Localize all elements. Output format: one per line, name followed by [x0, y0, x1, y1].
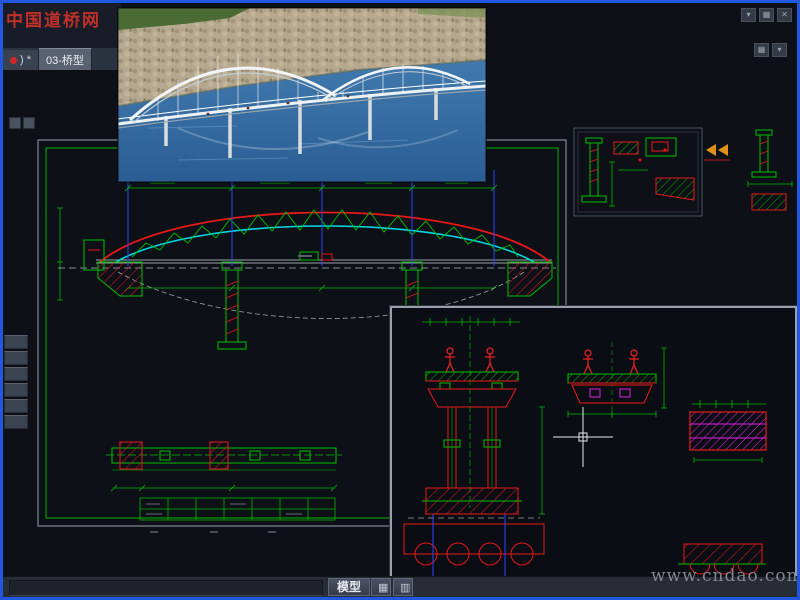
grid-icon: ▥ [400, 582, 411, 594]
command-recess [9, 580, 323, 596]
grid-icon[interactable]: ▦ [754, 43, 769, 57]
watermark-top: 中国道桥网 [6, 11, 101, 31]
crosshair-cursor [553, 407, 613, 467]
photo-inset [117, 8, 487, 182]
plan-view [106, 441, 342, 492]
model-tab-button[interactable]: 模型 [328, 578, 371, 596]
detail-top-right [573, 127, 703, 217]
ui-fragment [9, 117, 35, 129]
bearing-detail [689, 400, 767, 463]
tab-bar: ) * 03-桥型 [3, 48, 121, 70]
deck-section-detail [567, 342, 667, 418]
title-block [139, 497, 336, 521]
palette-cell[interactable] [4, 367, 28, 381]
tab-label: ) * [20, 54, 31, 66]
palette-cell[interactable] [4, 351, 28, 365]
left-palette[interactable] [4, 333, 30, 431]
layout-grid2-icon[interactable]: ▥ [393, 578, 413, 596]
section-symbol [704, 144, 730, 161]
modified-dot-icon [10, 56, 17, 64]
palette-cell[interactable] [4, 415, 28, 429]
tab-label: 03-桥型 [46, 54, 84, 67]
detail-far-right [747, 129, 793, 211]
tab-drawing-2[interactable]: 03-桥型 [39, 48, 92, 70]
abutment-right [507, 261, 553, 297]
pier-section-detail [403, 316, 545, 588]
layout-grid-icon[interactable]: ▦ [371, 578, 391, 596]
window-controls: ▾ ▦ ✕ [741, 8, 792, 22]
palette-cell[interactable] [4, 383, 28, 397]
grid-icon: ▦ [378, 582, 389, 594]
palette-cell[interactable] [4, 399, 28, 413]
minimize-icon[interactable]: ▾ [741, 8, 756, 22]
close-icon[interactable]: ✕ [777, 8, 792, 22]
pier-left [217, 261, 247, 350]
doc-controls: ▦ ▾ [754, 43, 787, 57]
chevron-down-icon[interactable]: ▾ [772, 43, 787, 57]
tab-drawing-1[interactable]: ) * [3, 50, 39, 70]
restore-icon[interactable]: ▦ [759, 8, 774, 22]
viewport-window[interactable] [390, 306, 797, 597]
cad-window: ) * 03-桥型 中国道桥网 ▾ ▦ ✕ ▦ ▾ 模型 ▦ ▥ www.cnd… [0, 0, 800, 600]
watermark-site: www.cndao.com [651, 566, 800, 586]
palette-cell[interactable] [4, 335, 28, 349]
